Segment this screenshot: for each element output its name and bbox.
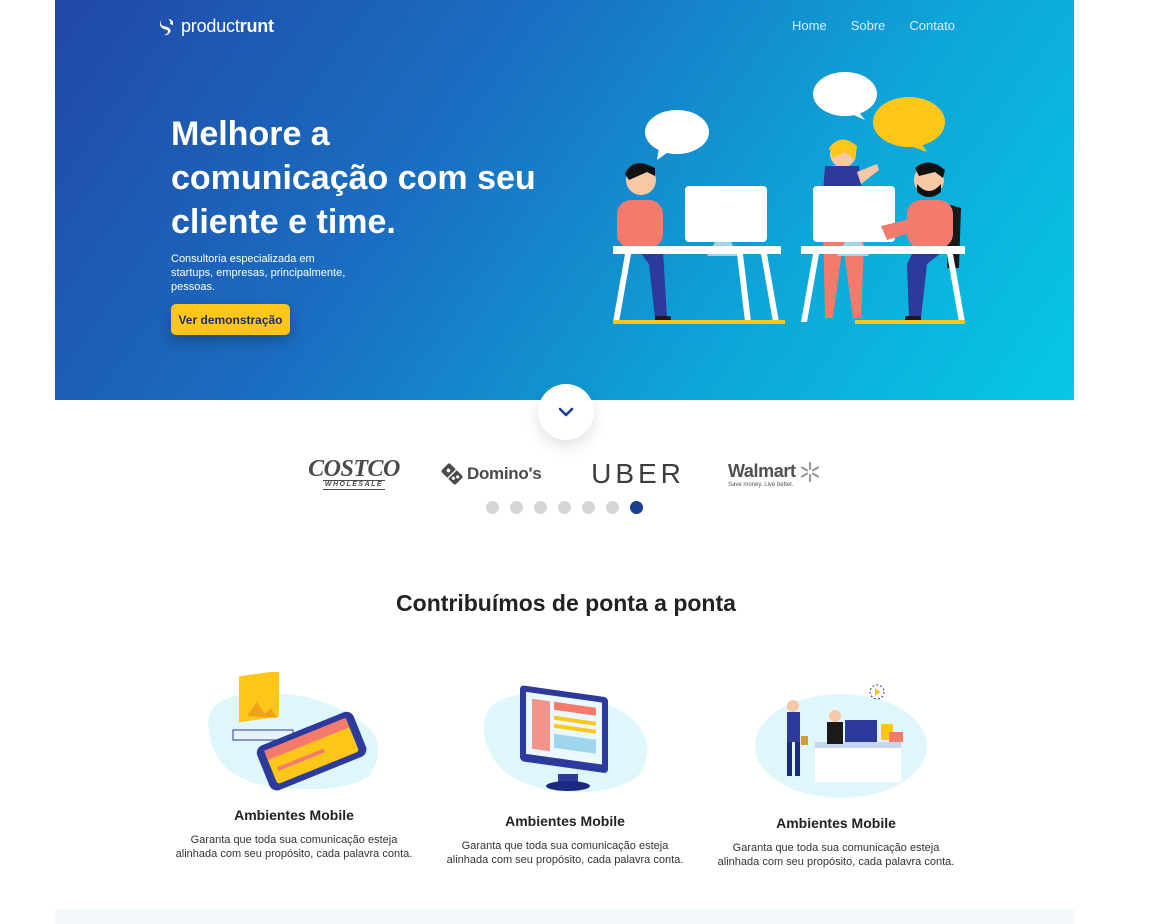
hero-banner: productrunt Home Sobre Contato Melhore a…: [55, 0, 1074, 400]
hero-subtitle-line: pessoas.: [171, 281, 216, 293]
feature-description-line: alinhada com seu propósito, cada palavra…: [446, 854, 684, 866]
office-team-illustration: [755, 684, 927, 798]
feature-description-line: Garanta que toda sua comunicação esteja: [732, 842, 940, 854]
feature-description-line: alinhada com seu propósito, cada palavra…: [717, 856, 955, 868]
carousel-dot[interactable]: [630, 501, 643, 514]
dominos-logo: Domino's: [441, 452, 551, 496]
hero-title-line: Melhore a: [171, 115, 330, 153]
feature-card: Ambientes Mobile Garanta que toda sua co…: [706, 680, 966, 869]
carousel-dot[interactable]: [534, 501, 547, 514]
walmart-spark-icon: [800, 461, 819, 482]
feature-card: Ambientes Mobile Garanta que toda sua co…: [164, 670, 424, 861]
section-title: Contribuímos de ponta a ponta: [396, 590, 736, 616]
team-meeting-illustration: [613, 72, 965, 324]
demo-button[interactable]: Ver demonstração: [171, 304, 290, 335]
feature-description-line: Garanta que toda sua comunicação esteja: [461, 840, 669, 852]
speech-bubble-yellow: [873, 97, 945, 152]
person-right: [881, 162, 961, 322]
costco-logo-sub: WHOLESALE: [322, 480, 386, 490]
person-left: [617, 163, 671, 322]
mobile-app-illustration: [208, 670, 379, 791]
monitor-left: [685, 186, 767, 256]
carousel-dots: [486, 501, 643, 514]
feature-description-line: Garanta que toda sua comunicação esteja: [190, 834, 398, 846]
domino-tile-icon: [441, 463, 463, 485]
hero-subtitle: Consultoria especializada em startups, e…: [171, 252, 371, 294]
costco-logo: COSTCO WHOLESALE: [300, 452, 408, 496]
feature-description-line: alinhada com seu propósito, cada palavra…: [175, 848, 413, 860]
desktop-monitor-illustration: [483, 685, 648, 792]
carousel-dot[interactable]: [606, 501, 619, 514]
feature-description: Garanta que toda sua comunicação esteja …: [706, 841, 966, 869]
feature-description: Garanta que toda sua comunicação esteja …: [164, 833, 424, 861]
hero-title: Melhore a comunicação com seu cliente e …: [171, 112, 571, 244]
desk-left: [613, 246, 785, 324]
feature-title: Ambientes Mobile: [505, 813, 625, 829]
hero-title-line: cliente e time.: [171, 203, 396, 241]
uber-logo-text: UBER: [591, 458, 685, 489]
hero-subtitle-line: startups, empresas, principalmente,: [171, 267, 346, 279]
carousel-dot[interactable]: [486, 501, 499, 514]
walmart-logo-row: Walmart: [728, 461, 821, 483]
next-section-edge: [55, 909, 1074, 924]
walmart-tagline: Save money. Live better.: [728, 481, 794, 488]
feature-description: Garanta que toda sua comunicação esteja …: [435, 839, 695, 867]
hero-title-line: comunicação com seu: [171, 159, 536, 197]
hero-subtitle-line: Consultoria especializada em: [171, 253, 315, 265]
main-nav: Home Sobre Contato: [792, 18, 955, 33]
nav-home-link[interactable]: Home: [792, 18, 827, 33]
walmart-logo: Walmart Save money. Live better.: [728, 452, 834, 496]
dominos-logo-text: Domino's: [467, 464, 542, 483]
brand-logo[interactable]: productrunt: [159, 16, 274, 37]
uber-logo: UBER: [582, 452, 694, 496]
brand-name: productrunt: [181, 16, 274, 37]
feature-title: Ambientes Mobile: [776, 815, 896, 831]
carousel-dot[interactable]: [582, 501, 595, 514]
brand-name-light: product: [181, 16, 240, 36]
nav-contato-link[interactable]: Contato: [909, 18, 955, 33]
costco-logo-main: COSTCO: [308, 456, 400, 482]
chevron-down-icon: [558, 407, 574, 417]
brand-name-bold: runt: [239, 16, 274, 36]
carousel-dot[interactable]: [510, 501, 523, 514]
nav-sobre-link[interactable]: Sobre: [851, 18, 886, 33]
walmart-logo-text: Walmart: [728, 461, 796, 481]
speech-bubble-white-left: [645, 110, 709, 160]
client-logos: COSTCO WHOLESALE Domino's UBER Walmart S…: [300, 452, 840, 496]
productrunt-logo-mark-icon: [160, 17, 174, 35]
scroll-down-button[interactable]: [538, 384, 594, 440]
speech-bubble-white-top: [813, 72, 877, 120]
feature-title: Ambientes Mobile: [234, 807, 354, 823]
feature-card: Ambientes Mobile Garanta que toda sua co…: [435, 678, 695, 867]
carousel-dot[interactable]: [558, 501, 571, 514]
